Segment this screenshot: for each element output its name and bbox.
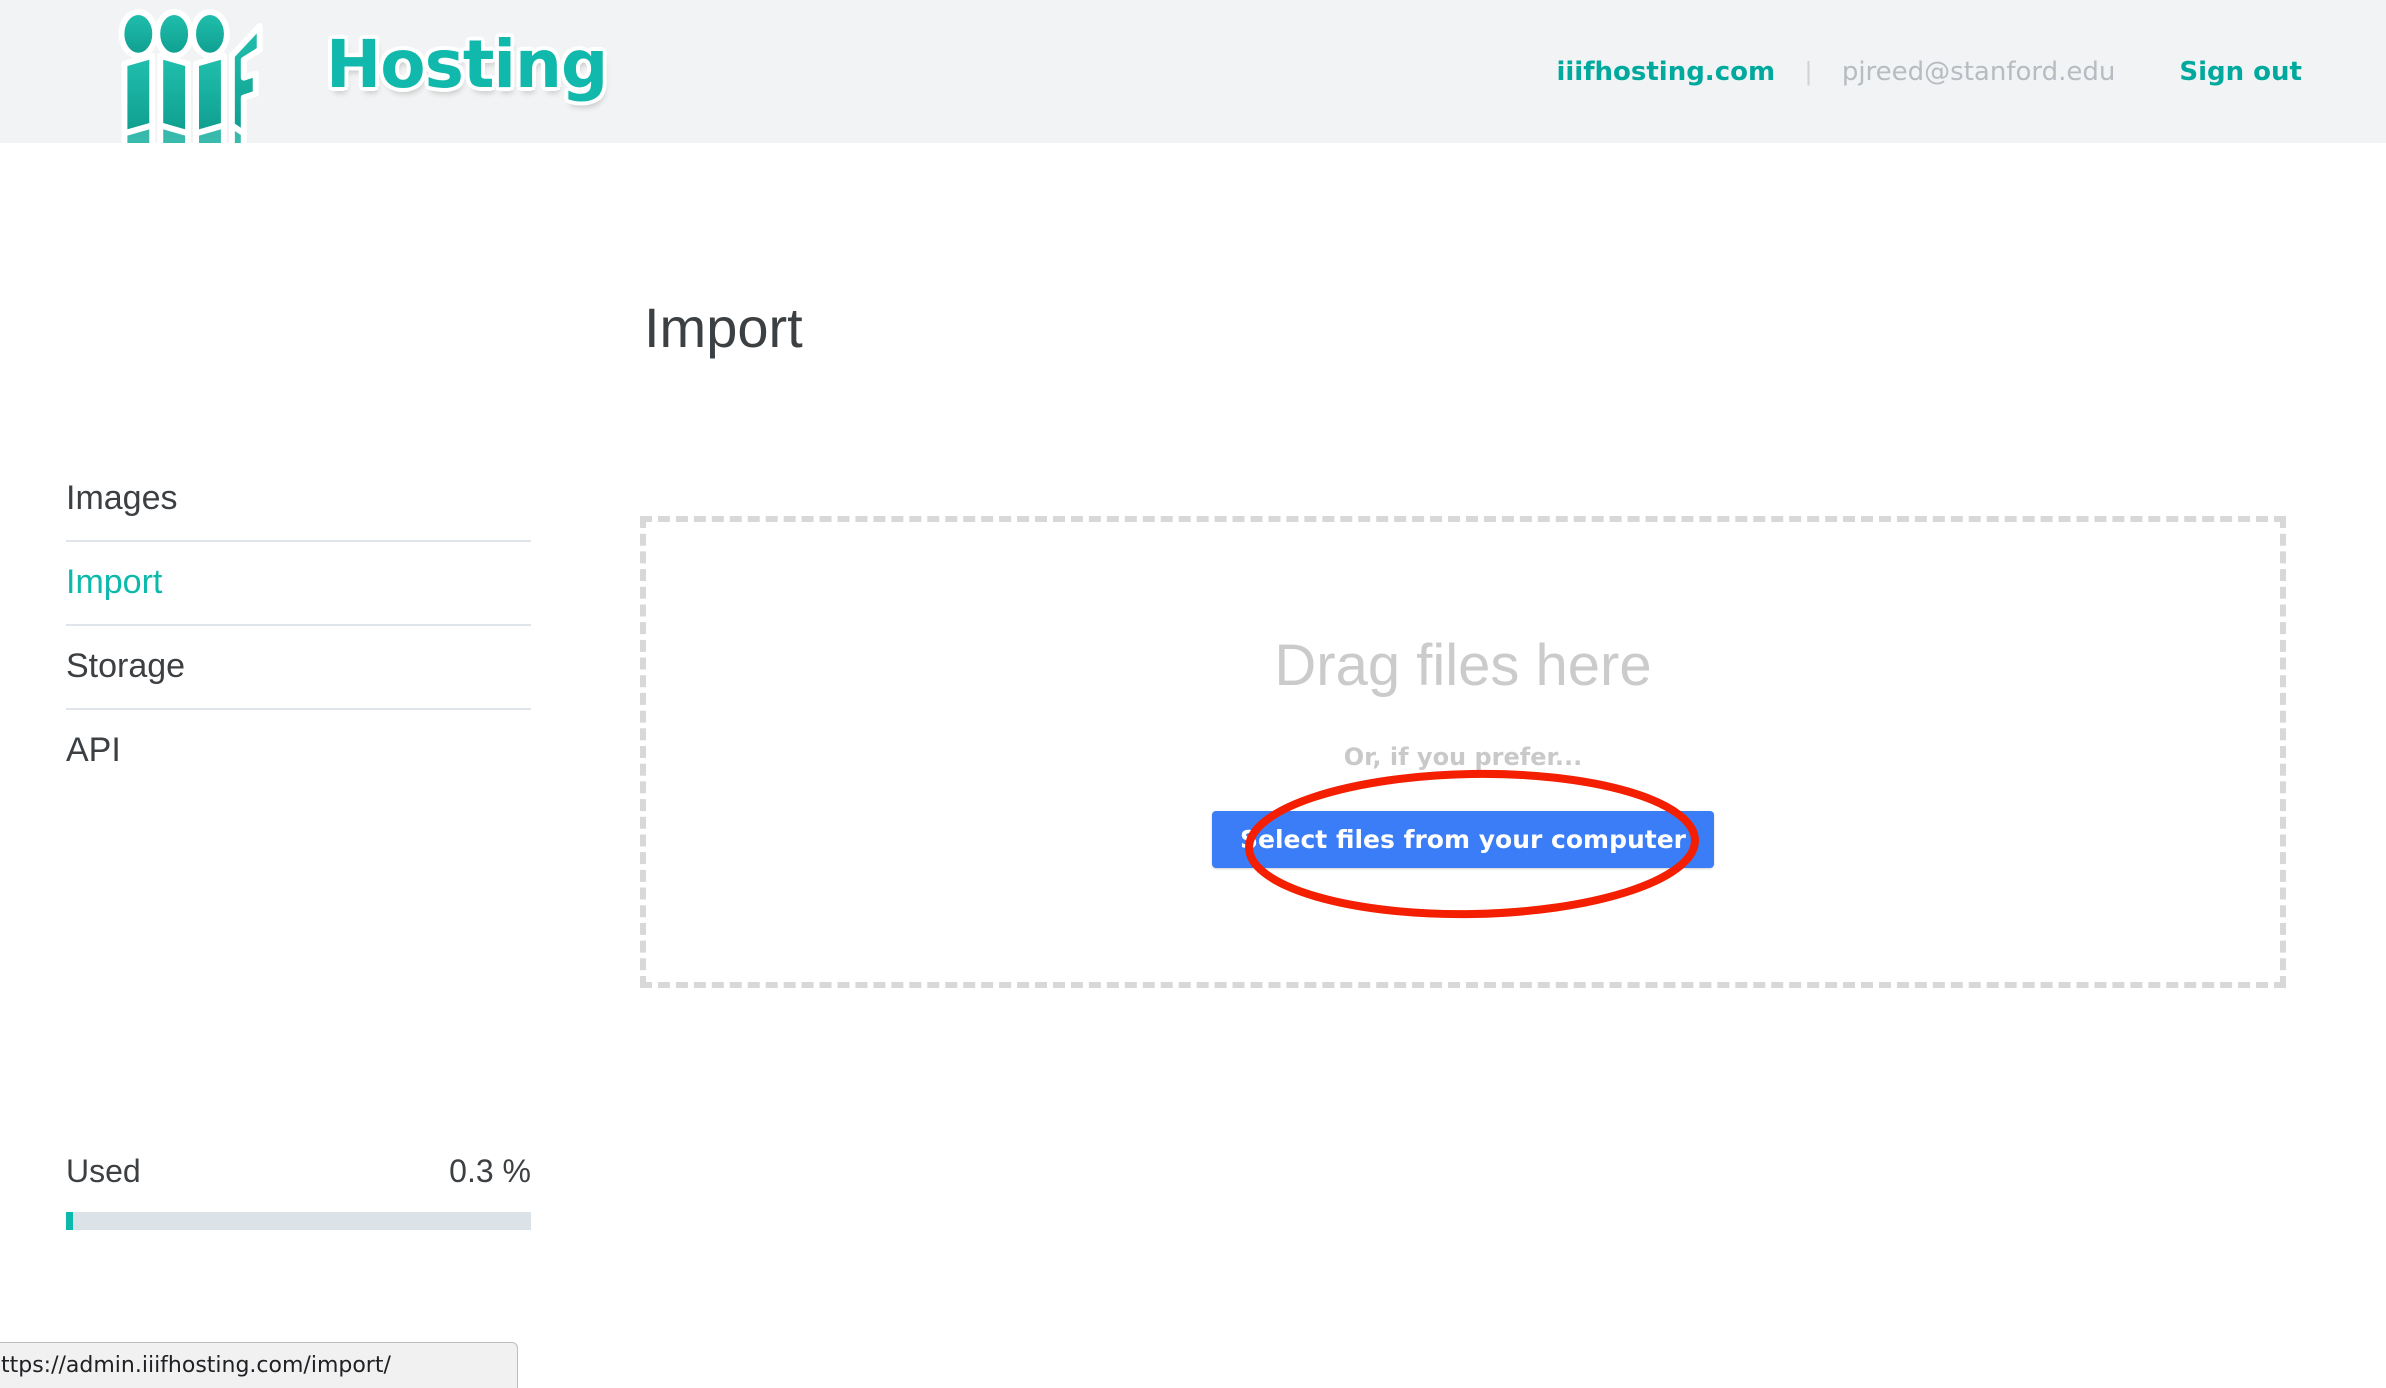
site-link[interactable]: iiifhosting.com [1556,57,1775,87]
brand-wordmark: Hosting [326,26,608,103]
sign-out-button[interactable]: Sign out [2179,57,2302,87]
dropzone-title: Drag files here [1274,632,1652,698]
header-nav: iiifhosting.com | pjreed@stanford.edu Si… [1556,0,2302,143]
browser-status-bar: ttps://admin.iiifhosting.com/import/ [0,1342,518,1388]
select-files-button[interactable]: Select files from your computer [1211,810,1714,868]
sidebar-nav: Images Import Storage API [66,458,531,792]
sidebar-item-images[interactable]: Images [66,458,531,543]
sidebar: Images Import Storage API Used 0.3 % [0,143,593,1388]
main-content: Import Drag files here Or, if you prefer… [592,143,2386,1388]
dropzone-subtitle: Or, if you prefer... [1343,742,1583,771]
storage-usage-bar [66,1212,531,1230]
sidebar-item-api[interactable]: API [66,710,531,792]
app-header: Hosting iiifhosting.com | pjreed@stanfor… [0,0,2386,193]
sidebar-item-import[interactable]: Import [66,542,531,627]
file-dropzone[interactable]: Drag files here Or, if you prefer... Sel… [640,516,2286,988]
page-title: Import [644,296,803,359]
storage-usage-value: 0.3 % [449,1153,531,1189]
status-bar-url: ttps://admin.iiifhosting.com/import/ [1,1353,391,1378]
storage-usage: Used 0.3 % [66,1153,531,1230]
storage-usage-bar-fill [66,1212,73,1230]
nav-separator: | [1805,56,1812,86]
storage-usage-label: Used [66,1153,141,1189]
user-email: pjreed@stanford.edu [1841,56,2116,87]
storage-usage-row: Used 0.3 % [66,1153,531,1190]
sidebar-item-storage[interactable]: Storage [66,626,531,711]
